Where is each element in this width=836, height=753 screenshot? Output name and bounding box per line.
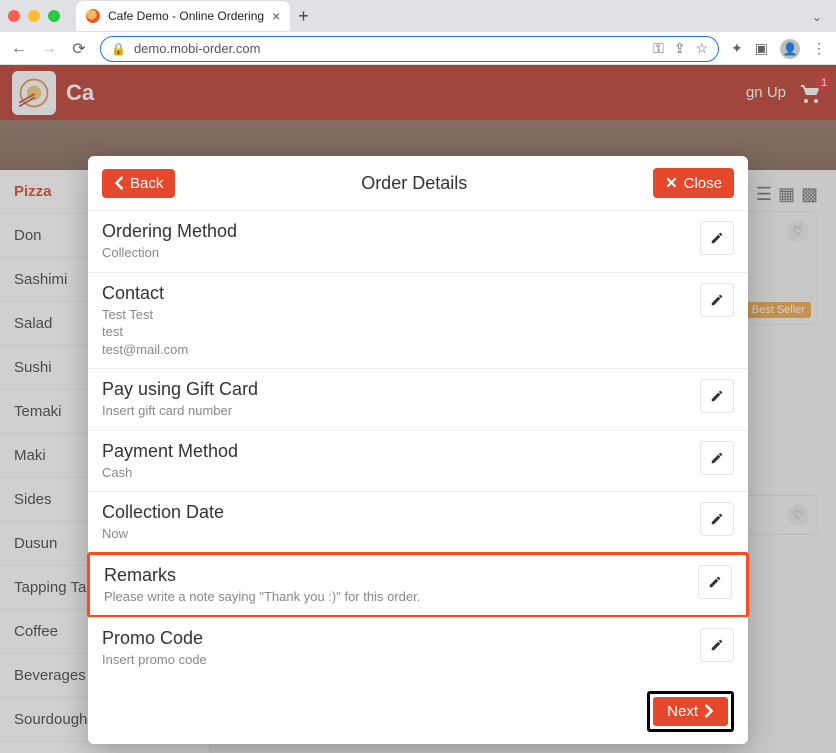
key-icon[interactable]: ⚿	[653, 40, 664, 57]
row-label: Promo Code	[102, 628, 700, 649]
row-label: Pay using Gift Card	[102, 379, 700, 400]
next-label: Next	[667, 703, 698, 720]
reload-button[interactable]: ⟳	[70, 39, 88, 59]
row-label: Payment Method	[102, 441, 700, 462]
close-label: Close	[684, 175, 722, 192]
next-button[interactable]: Next	[653, 697, 728, 726]
tab-strip: Cafe Demo - Online Ordering × +	[0, 0, 836, 32]
row-sub: Insert promo code	[102, 651, 700, 669]
edit-icon[interactable]	[700, 441, 734, 475]
window-chevron: ⌄	[812, 10, 822, 24]
row-sub: Please write a note saying "Thank you :)…	[104, 588, 698, 606]
tab-title: Cafe Demo - Online Ordering	[108, 9, 264, 23]
edit-icon[interactable]	[700, 379, 734, 413]
browser-tab[interactable]: Cafe Demo - Online Ordering ×	[76, 1, 290, 31]
address-bar[interactable]: 🔒 demo.mobi-order.com ⚿ ⇪ ☆	[100, 36, 719, 62]
maximize-window-icon[interactable]	[48, 10, 60, 22]
url-text: demo.mobi-order.com	[134, 41, 260, 56]
panel-icon[interactable]: ▣	[755, 40, 768, 57]
address-right-icons: ⚿ ⇪ ☆	[653, 40, 708, 57]
minimize-window-icon[interactable]	[28, 10, 40, 22]
close-x-icon: ✕	[665, 174, 678, 192]
edit-icon[interactable]	[698, 565, 732, 599]
close-tab-icon[interactable]: ×	[272, 8, 280, 24]
order-detail-row: Remarks Please write a note saying "Thank…	[87, 552, 749, 619]
row-label: Remarks	[104, 565, 698, 586]
row-sub: Now	[102, 525, 700, 543]
favicon-icon	[86, 9, 100, 23]
navigation-row: ← → ⟳ 🔒 demo.mobi-order.com ⚿ ⇪ ☆ ✦ ▣ 👤 …	[0, 32, 836, 65]
row-sub: Cash	[102, 464, 700, 482]
back-button[interactable]: ←	[10, 40, 28, 58]
menu-icon[interactable]: ⋮	[812, 40, 826, 57]
browser-chrome: ⌄ Cafe Demo - Online Ordering × + ← → ⟳ …	[0, 0, 836, 65]
forward-button: →	[40, 40, 58, 58]
star-icon[interactable]: ☆	[695, 40, 708, 57]
edit-icon[interactable]	[700, 221, 734, 255]
close-button[interactable]: ✕ Close	[653, 168, 734, 198]
order-detail-row: Pay using Gift Card Insert gift card numb…	[88, 368, 748, 430]
new-tab-button[interactable]: +	[298, 6, 309, 27]
page: Ca gn Up 1 PizzaDonSashimiSaladSushiTema…	[0, 65, 836, 753]
row-label: Ordering Method	[102, 221, 700, 242]
lock-icon: 🔒	[111, 42, 126, 56]
edit-icon[interactable]	[700, 628, 734, 662]
order-detail-row: ContactTest Testtesttest@mail.com	[88, 272, 748, 369]
modal-title: Order Details	[175, 173, 653, 194]
share-icon[interactable]: ⇪	[674, 40, 686, 57]
edit-icon[interactable]	[700, 283, 734, 317]
back-label: Back	[130, 175, 163, 192]
back-button[interactable]: Back	[102, 169, 175, 198]
row-label: Collection Date	[102, 502, 700, 523]
profile-avatar[interactable]: 👤	[780, 39, 800, 59]
row-sub: Insert gift card number	[102, 402, 700, 420]
window-controls[interactable]	[8, 10, 60, 22]
order-details-modal: Back Order Details ✕ Close Ordering Meth…	[88, 156, 748, 744]
row-label: Contact	[102, 283, 700, 304]
row-sub: Test Testtesttest@mail.com	[102, 306, 700, 359]
order-detail-row: Payment Method Cash	[88, 430, 748, 492]
chrome-extensions: ✦ ▣ 👤 ⋮	[731, 39, 826, 59]
edit-icon[interactable]	[700, 502, 734, 536]
order-detail-row: Ordering Method Collection	[88, 210, 748, 272]
order-detail-row: Promo Code Insert promo code	[88, 617, 748, 679]
extensions-icon[interactable]: ✦	[731, 40, 743, 57]
row-sub: Collection	[102, 244, 700, 262]
close-window-icon[interactable]	[8, 10, 20, 22]
order-detail-row: Collection Date Now	[88, 491, 748, 553]
next-button-highlight: Next	[647, 691, 734, 732]
